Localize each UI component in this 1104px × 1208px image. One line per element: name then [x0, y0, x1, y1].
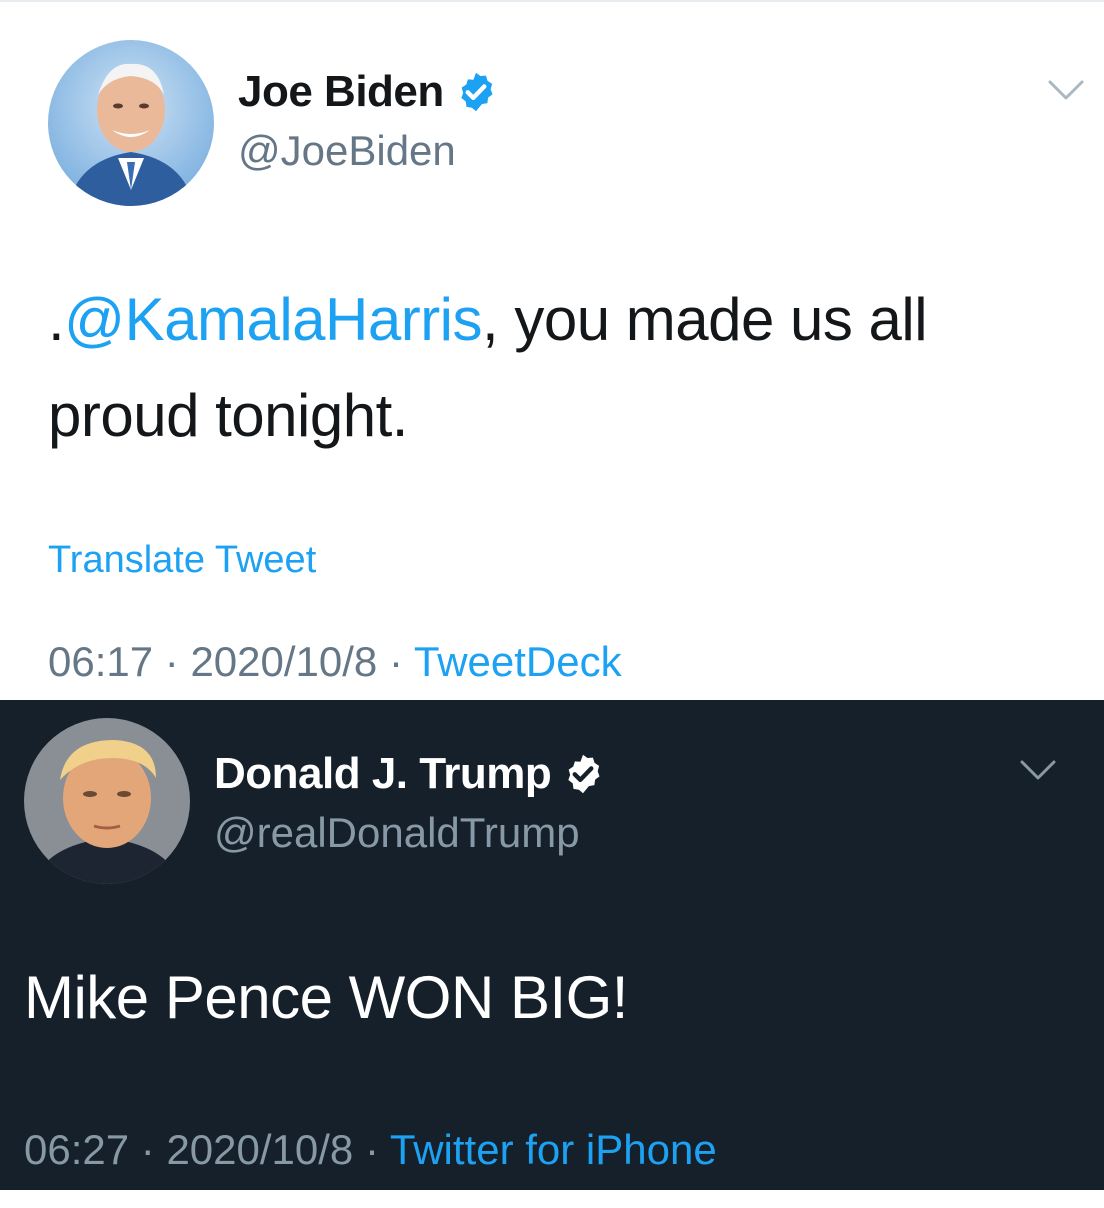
avatar-photo — [24, 718, 190, 884]
display-name[interactable]: Donald J. Trump — [214, 748, 552, 800]
meta-separator: · — [353, 1126, 390, 1173]
tweet-source-link[interactable]: TweetDeck — [414, 638, 622, 685]
name-row: Joe Biden — [238, 66, 498, 118]
handle[interactable]: @realDonaldTrump — [214, 808, 580, 858]
tweet-meta: 06:17 · 2020/10/8 · TweetDeck — [48, 636, 622, 688]
tweet-text-prefix: . — [48, 286, 65, 353]
meta-separator: · — [377, 638, 414, 685]
avatar[interactable] — [24, 718, 190, 884]
mention-link[interactable]: @KamalaHarris — [64, 286, 482, 353]
meta-separator: · — [129, 1126, 167, 1173]
tweet-text: .@KamalaHarris, you made us all proud to… — [48, 272, 1068, 464]
handle[interactable]: @JoeBiden — [238, 126, 456, 176]
chevron-down-icon[interactable] — [1018, 758, 1058, 784]
chevron-down-icon[interactable] — [1046, 78, 1086, 104]
tweet-time[interactable]: 06:17 — [48, 638, 153, 685]
tweet-time[interactable]: 06:27 — [24, 1126, 129, 1173]
tweet-meta: 06:27 · 2020/10/8 · Twitter for iPhone — [24, 1124, 717, 1176]
bottom-strip — [0, 1190, 1104, 1208]
tweet-date[interactable]: 2020/10/8 — [190, 638, 377, 685]
tweet-biden[interactable]: Joe Biden @JoeBiden .@KamalaHarris, you … — [0, 0, 1104, 700]
tweet-source-link[interactable]: Twitter for iPhone — [390, 1126, 717, 1173]
translate-tweet-link[interactable]: Translate Tweet — [48, 536, 316, 584]
verified-badge-icon — [568, 754, 600, 794]
display-name[interactable]: Joe Biden — [238, 66, 444, 118]
tweet-trump[interactable]: Donald J. Trump @realDonaldTrump Mike Pe… — [0, 700, 1104, 1190]
screenshot-page: Joe Biden @JoeBiden .@KamalaHarris, you … — [0, 0, 1104, 1208]
meta-separator: · — [153, 638, 191, 685]
tweet-text: Mike Pence WON BIG! — [24, 964, 628, 1031]
avatar-photo — [48, 40, 214, 206]
tweet-date[interactable]: 2020/10/8 — [166, 1126, 353, 1173]
verified-badge-icon — [461, 72, 493, 112]
name-row: Donald J. Trump — [214, 748, 605, 800]
avatar[interactable] — [48, 40, 214, 206]
